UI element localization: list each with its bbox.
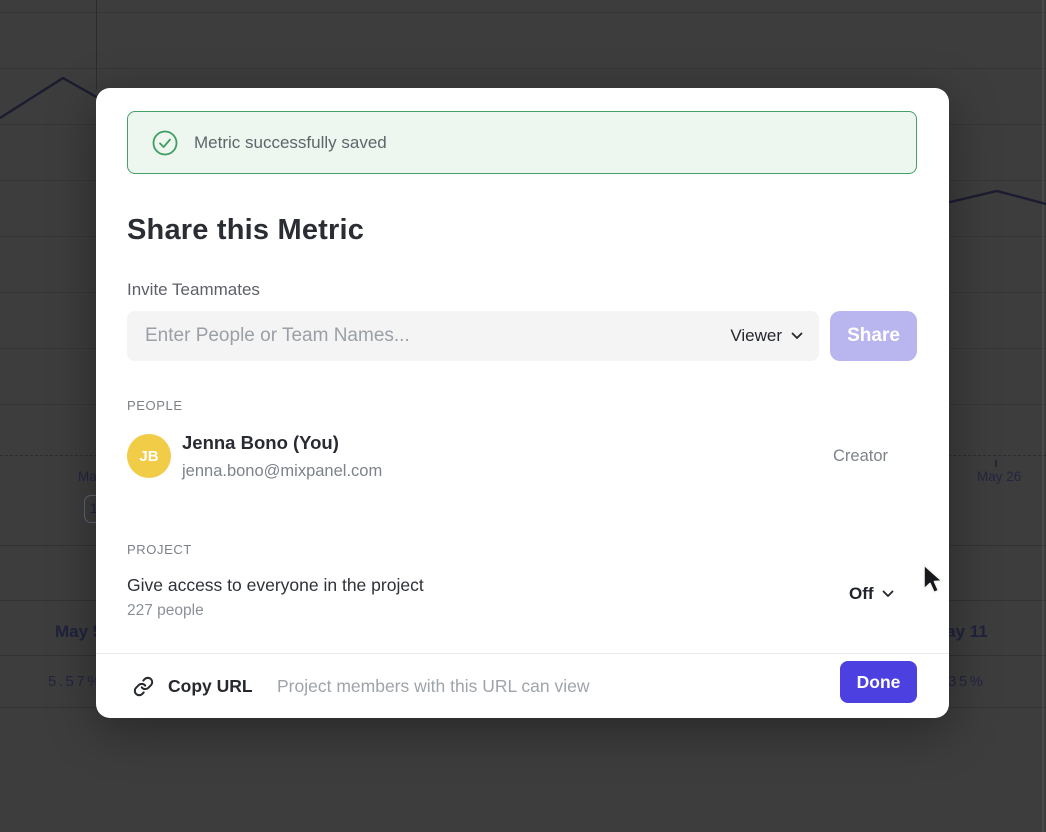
- project-access-dropdown[interactable]: Off: [849, 577, 894, 611]
- project-section-label: PROJECT: [127, 542, 192, 557]
- table-value-cell: 5.57%: [48, 673, 103, 690]
- axis-tick: [995, 460, 997, 467]
- role-dropdown-value: Viewer: [730, 326, 782, 346]
- check-circle-icon: [152, 130, 178, 156]
- people-section-label: PEOPLE: [127, 398, 183, 413]
- avatar: JB: [127, 434, 171, 478]
- copy-url-label: Copy URL: [168, 676, 253, 697]
- dialog-title: Share this Metric: [127, 214, 364, 247]
- member-name: Jenna Bono (You): [182, 432, 339, 454]
- project-access-count: 227 people: [127, 602, 204, 620]
- role-dropdown[interactable]: Viewer: [730, 311, 803, 361]
- url-permission-hint: Project members with this URL can view: [277, 654, 590, 719]
- toast-message: Metric successfully saved: [194, 133, 387, 153]
- link-icon: [133, 676, 154, 697]
- invite-input[interactable]: [127, 311, 819, 361]
- share-button[interactable]: Share: [830, 311, 917, 361]
- member-email: jenna.bono@mixpanel.com: [182, 462, 382, 481]
- chevron-down-icon: [882, 590, 894, 598]
- x-axis-label: May 26: [977, 469, 1021, 484]
- success-toast: Metric successfully saved: [127, 111, 917, 174]
- member-role: Creator: [833, 447, 888, 466]
- share-metric-dialog: Metric successfully saved Share this Met…: [96, 88, 949, 718]
- done-button[interactable]: Done: [840, 661, 917, 703]
- copy-url-button[interactable]: Copy URL: [133, 654, 253, 719]
- chevron-down-icon: [791, 332, 803, 340]
- dialog-footer: Copy URL Project members with this URL c…: [96, 653, 949, 718]
- invite-input-container: Viewer: [127, 311, 819, 361]
- table-value-cell: 35%: [948, 673, 986, 690]
- invite-teammates-label: Invite Teammates: [127, 280, 260, 300]
- project-access-dropdown-value: Off: [849, 584, 874, 604]
- screen: May May 26 1 May 5 5.57% May 11 35% Metr…: [0, 0, 1046, 832]
- project-access-title: Give access to everyone in the project: [127, 575, 424, 596]
